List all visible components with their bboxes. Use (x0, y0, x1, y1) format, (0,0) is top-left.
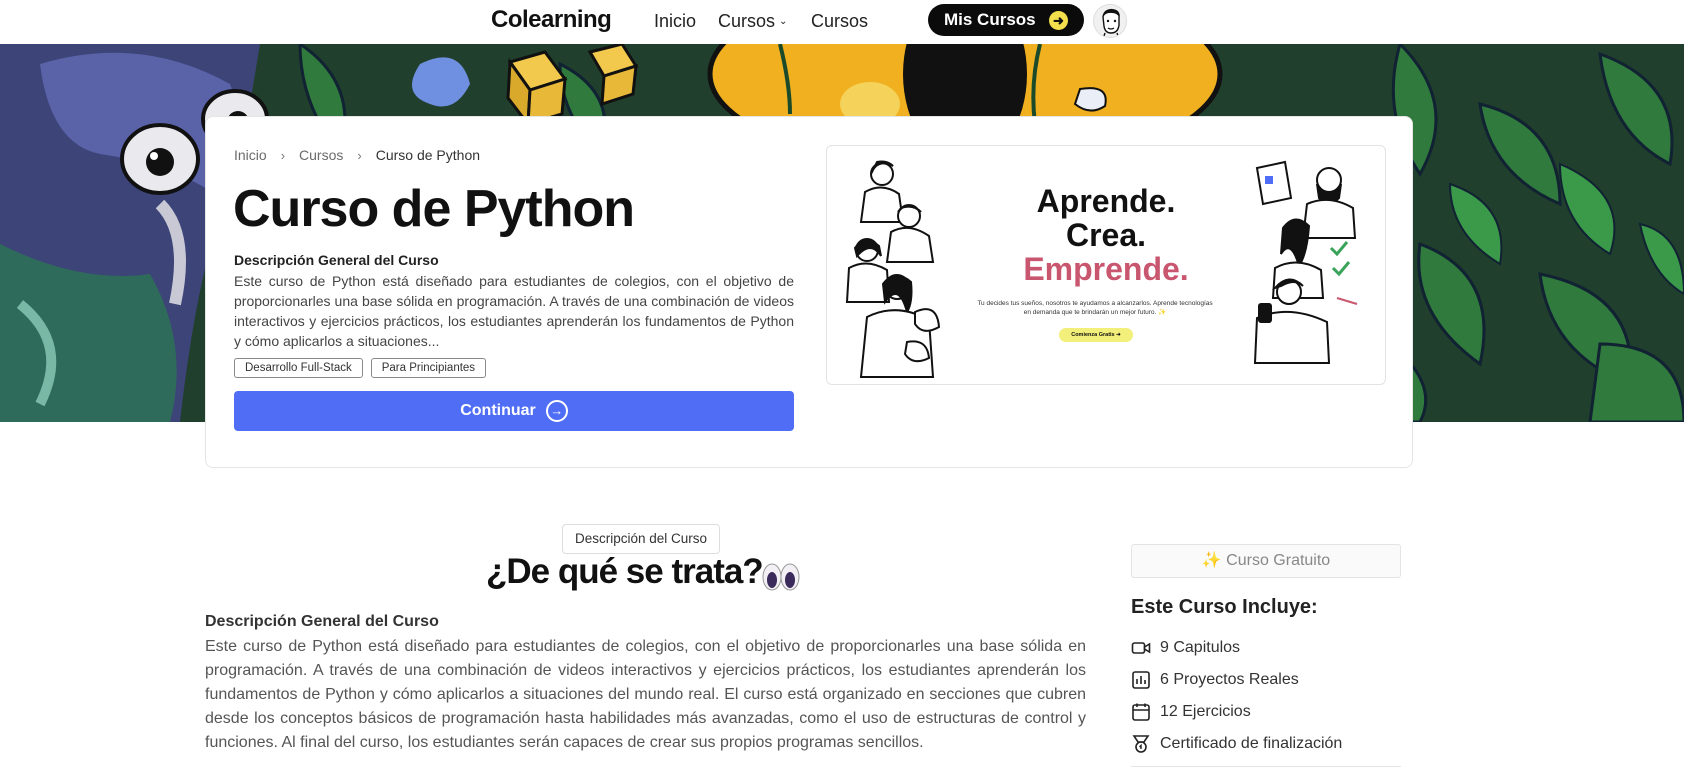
section-badge: Descripción del Curso (562, 524, 721, 554)
top-navbar: Colearning Inicio Cursos ⌄ Cursos Mis Cur… (0, 0, 1684, 44)
promo-small-text: Tu decides tus sueños, nosotros te ayuda… (977, 300, 1213, 316)
include-label: Certificado de finalización (1160, 735, 1343, 752)
section-title: ¿De qué se trata? (486, 552, 764, 591)
brand-logo[interactable]: Colearning (491, 6, 612, 34)
breadcrumb-current: Curso de Python (375, 147, 481, 163)
chevron-right-icon: › (357, 147, 362, 163)
people-illustration-right (1253, 160, 1358, 364)
course-header-card: Inicio › Cursos › Curso de Python Curso … (205, 116, 1413, 468)
continue-label: Continuar (460, 402, 536, 419)
page-title: Curso de Python (233, 180, 635, 238)
overview-excerpt: Este curso de Python está diseñado para … (234, 273, 794, 349)
nav-link-cursos-dropdown[interactable]: Cursos ⌄ (718, 11, 787, 32)
about-overview-heading: Descripción General del Curso (205, 613, 439, 630)
eyes-emoji-icon (762, 563, 800, 591)
nav-link-cursos-label: Cursos (718, 11, 776, 31)
breadcrumb-cursos[interactable]: Cursos (299, 147, 343, 163)
include-item-exercises: 12 Ejercicios (1131, 696, 1342, 728)
video-icon (1131, 642, 1151, 654)
certificate-icon (1132, 735, 1150, 753)
chevron-right-icon: › (280, 147, 286, 163)
include-label: 12 Ejercicios (1160, 703, 1251, 720)
arrow-right-icon: ➜ (1049, 11, 1068, 30)
free-course-badge: ✨ Curso Gratuito (1131, 544, 1401, 578)
include-label: 6 Proyectos Reales (1160, 671, 1299, 688)
nav-link-inicio[interactable]: Inicio (654, 11, 696, 32)
tag-fullstack[interactable]: Desarrollo Full-Stack (234, 358, 363, 378)
overview-heading: Descripción General del Curso (234, 252, 439, 268)
project-icon (1132, 671, 1150, 689)
my-courses-label: Mis Cursos (944, 10, 1036, 29)
tag-list: Desarrollo Full-Stack Para Principiantes (234, 358, 487, 378)
promo-start-button: Comienza Gratis ➜ (1059, 328, 1133, 342)
user-avatar[interactable] (1093, 4, 1127, 38)
includes-list: 9 Capitulos 6 Proyectos Reales 12 Ejerci… (1131, 632, 1342, 760)
nav-link-cursos[interactable]: Cursos (811, 11, 868, 32)
include-label: 9 Capitulos (1160, 639, 1241, 656)
include-item-certificate: Certificado de finalización (1131, 728, 1342, 760)
include-item-chapters: 9 Capitulos (1131, 632, 1342, 664)
my-courses-button[interactable]: Mis Cursos ➜ (928, 4, 1084, 36)
tag-beginners[interactable]: Para Principiantes (370, 358, 487, 378)
includes-title: Este Curso Incluye: (1131, 596, 1318, 618)
continue-button[interactable]: Continuar → (234, 391, 794, 431)
divider (1131, 766, 1401, 767)
arrow-circle-right-icon: → (545, 400, 568, 422)
breadcrumb: Inicio › Cursos › Curso de Python (234, 147, 480, 163)
include-item-projects: 6 Proyectos Reales (1131, 664, 1342, 696)
breadcrumb-inicio[interactable]: Inicio (234, 147, 267, 163)
course-promo-image: Aprende. Crea. Emprende. Tu decides tus … (826, 145, 1386, 385)
about-overview-text: Este curso de Python está diseñado para … (205, 638, 1086, 751)
calendar-icon (1132, 703, 1150, 721)
chevron-down-icon: ⌄ (779, 16, 788, 27)
